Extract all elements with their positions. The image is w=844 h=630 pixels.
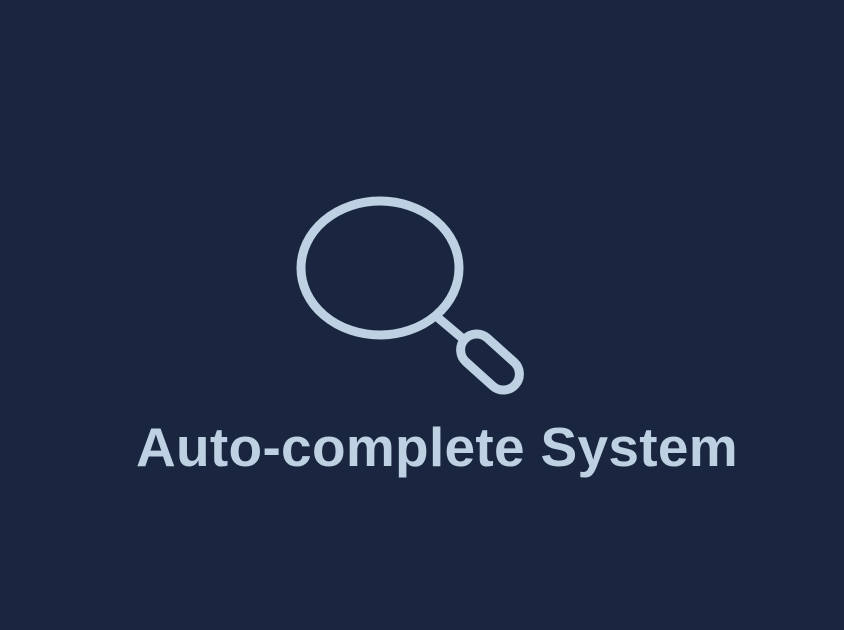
- magnifier-neck: [431, 311, 467, 343]
- search-icon: [296, 196, 524, 395]
- magnifier-handle: [456, 329, 524, 395]
- app-title: Auto-complete System: [136, 416, 738, 478]
- splash-screen: Auto-complete System: [0, 0, 844, 630]
